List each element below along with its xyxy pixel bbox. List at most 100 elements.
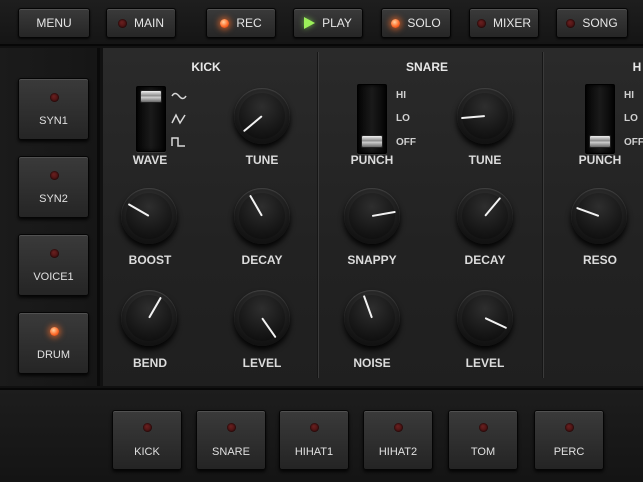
- pad-label: TOM: [470, 446, 496, 458]
- kick-tune-knob[interactable]: [234, 88, 290, 144]
- pad-perc[interactable]: PERC: [534, 410, 604, 470]
- pad-led-icon: [143, 423, 152, 432]
- hihat-punch-lo-label: LO: [624, 113, 638, 124]
- section-divider: [542, 52, 544, 378]
- hihat-punch-label: PUNCH: [578, 153, 622, 167]
- solo-button[interactable]: SOLO: [381, 8, 451, 38]
- main-button[interactable]: MAIN: [106, 8, 176, 38]
- mixer-button[interactable]: MIXER: [469, 8, 539, 38]
- pad-label: KICK: [134, 446, 160, 458]
- knob-indicator: [461, 115, 486, 120]
- song-label: SONG: [582, 16, 618, 30]
- kick-level-knob[interactable]: [234, 290, 290, 346]
- kick-boost-label: BOOST: [128, 253, 172, 267]
- song-led-icon: [566, 18, 576, 28]
- kick-tune-label: TUNE: [245, 153, 279, 167]
- kick-decay-knob[interactable]: [234, 188, 290, 244]
- pad-led-icon: [565, 423, 574, 432]
- syn2-label: SYN2: [39, 193, 68, 205]
- voice1-button[interactable]: VOICE1: [18, 234, 89, 296]
- hihat-punch-hi-label: HI: [624, 90, 634, 101]
- kick-level-label: LEVEL: [242, 356, 282, 370]
- snare-noise-label: NOISE: [353, 356, 391, 370]
- kick-bend-knob[interactable]: [121, 290, 177, 346]
- pad-label: PERC: [553, 446, 585, 458]
- snare-decay-label: DECAY: [464, 253, 506, 267]
- rec-label: REC: [236, 16, 262, 30]
- knob-indicator: [362, 295, 373, 319]
- hihat-punch-off-label: OFF: [624, 137, 643, 148]
- knob-indicator: [484, 196, 502, 217]
- kick-boost-knob[interactable]: [121, 188, 177, 244]
- switch-handle[interactable]: [361, 135, 383, 148]
- snare-snappy-label: SNAPPY: [347, 253, 397, 267]
- syn1-led-icon: [50, 93, 59, 102]
- snare-tune-knob[interactable]: [457, 88, 513, 144]
- mixer-led-icon: [476, 18, 486, 28]
- snare-snappy-knob[interactable]: [344, 188, 400, 244]
- kick-wave-switch[interactable]: [136, 86, 166, 152]
- pad-led-icon: [479, 423, 488, 432]
- snare-level-knob[interactable]: [457, 290, 513, 346]
- play-arrow-icon: [304, 17, 316, 29]
- play-button[interactable]: PLAY: [293, 8, 363, 38]
- solo-led-icon: [391, 18, 401, 28]
- hihat-reso-knob[interactable]: [571, 188, 627, 244]
- drum-edit-panel: KICK WAVE TUNE BOOST DECAY BEND LEVEL SN…: [103, 48, 643, 386]
- pad-kick[interactable]: KICK: [112, 410, 182, 470]
- kick-bend-label: BEND: [132, 356, 168, 370]
- syn1-button[interactable]: SYN1: [18, 78, 89, 140]
- hihat-punch-switch[interactable]: [585, 84, 615, 154]
- instrument-sidebar: SYN1 SYN2 VOICE1 DRUM: [0, 48, 100, 386]
- square-wave-icon: [171, 137, 185, 147]
- pad-hihat2[interactable]: HIHAT2: [363, 410, 433, 470]
- switch-handle[interactable]: [589, 135, 611, 148]
- knob-indicator: [576, 206, 600, 217]
- voice1-label: VOICE1: [33, 271, 74, 283]
- sine-wave-icon: [171, 92, 187, 100]
- drum-label: DRUM: [37, 349, 70, 361]
- pad-snare[interactable]: SNARE: [196, 410, 266, 470]
- snare-punch-switch[interactable]: [357, 84, 387, 154]
- syn2-led-icon: [50, 171, 59, 180]
- punch-off-label: OFF: [396, 137, 416, 148]
- rec-led-icon: [220, 18, 230, 28]
- voice1-led-icon: [50, 249, 59, 258]
- rec-button[interactable]: REC: [206, 8, 276, 38]
- pad-tom[interactable]: TOM: [448, 410, 518, 470]
- menu-button[interactable]: MENU: [18, 8, 90, 38]
- snare-noise-knob[interactable]: [344, 290, 400, 346]
- main-label: MAIN: [134, 16, 164, 30]
- hihat-reso-label: RESO: [582, 253, 618, 267]
- knob-indicator: [484, 317, 508, 330]
- section-divider: [317, 52, 319, 378]
- switch-handle[interactable]: [140, 90, 162, 103]
- mixer-label: MIXER: [492, 16, 531, 30]
- pad-hihat1[interactable]: HIHAT1: [279, 410, 349, 470]
- knob-indicator: [371, 210, 396, 217]
- solo-label: SOLO: [407, 16, 441, 30]
- main-led-icon: [118, 18, 127, 28]
- pad-led-icon: [394, 423, 403, 432]
- play-label: PLAY: [322, 16, 352, 30]
- pad-led-icon: [310, 423, 319, 432]
- drum-led-icon: [50, 327, 59, 336]
- pad-label: SNARE: [212, 446, 250, 458]
- snare-decay-knob[interactable]: [457, 188, 513, 244]
- snare-section-title: SNARE: [405, 60, 449, 74]
- kick-section-title: KICK: [191, 60, 221, 74]
- snare-tune-label: TUNE: [468, 153, 502, 167]
- drum-button[interactable]: DRUM: [18, 312, 89, 374]
- triangle-wave-icon: [171, 113, 186, 125]
- kick-wave-label: WAVE: [132, 153, 168, 167]
- drum-pad-bar: KICK SNARE HIHAT1 HIHAT2 TOM PERC: [0, 388, 643, 482]
- pad-label: HIHAT2: [378, 446, 418, 458]
- pad-label: HIHAT1: [294, 446, 334, 458]
- hihat-section-title: H: [632, 60, 642, 74]
- knob-indicator: [249, 194, 263, 217]
- syn1-label: SYN1: [39, 115, 68, 127]
- snare-level-label: LEVEL: [465, 356, 505, 370]
- song-button[interactable]: SONG: [556, 8, 628, 38]
- transport-bar: MENU MAIN REC PLAY SOLO MIXER SONG: [0, 0, 643, 46]
- syn2-button[interactable]: SYN2: [18, 156, 89, 218]
